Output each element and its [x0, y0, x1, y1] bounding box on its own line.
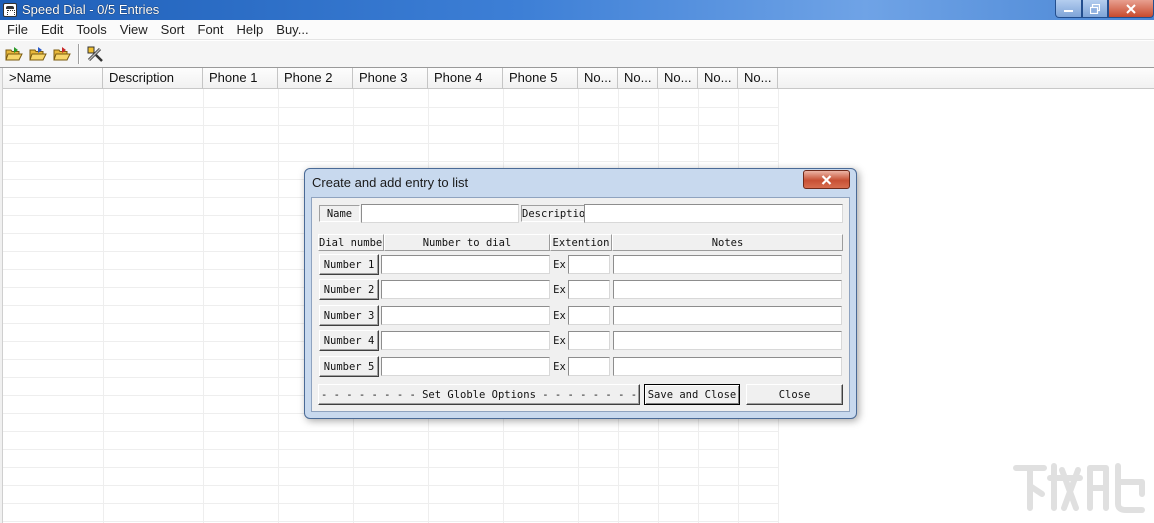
number-1-button[interactable]: Number 1	[319, 254, 379, 275]
ex-2-label: Ex	[553, 283, 566, 296]
column-notes-1[interactable]: No...	[578, 68, 618, 89]
toolbar-open-button[interactable]	[27, 43, 49, 65]
list-grid-row-line	[3, 485, 779, 486]
notes-2-input[interactable]	[613, 280, 842, 299]
list-grid-row-line	[3, 161, 779, 162]
create-entry-dialog: Create and add entry to list Name Descri…	[304, 168, 857, 419]
ex-3-label: Ex	[553, 309, 566, 322]
tools-wrench-icon	[87, 46, 103, 62]
toolbar-save-button[interactable]	[51, 43, 73, 65]
description-input[interactable]	[584, 204, 843, 223]
open-folder-red-icon	[53, 47, 71, 61]
list-grid-column-line	[278, 89, 279, 523]
number-3-input[interactable]	[381, 306, 550, 325]
menu-view[interactable]: View	[113, 22, 154, 37]
menu-tools[interactable]: Tools	[69, 22, 112, 37]
close-button[interactable]: Close	[746, 384, 843, 405]
number-5-button[interactable]: Number 5	[319, 356, 379, 377]
column-notes-3[interactable]: No...	[658, 68, 698, 89]
extension-3-input[interactable]	[568, 306, 610, 325]
list-grid-row-line	[3, 449, 779, 450]
extension-4-input[interactable]	[568, 331, 610, 350]
list-grid-row-line	[3, 431, 779, 432]
column-notes-4[interactable]: No...	[698, 68, 738, 89]
menu-help[interactable]: Help	[230, 22, 270, 37]
list-grid-row-line	[3, 521, 779, 522]
column-phone-5[interactable]: Phone 5	[503, 68, 578, 89]
menu-edit[interactable]: Edit	[34, 22, 69, 37]
number-2-button[interactable]: Number 2	[319, 279, 379, 300]
watermark-logo	[1013, 463, 1145, 513]
close-icon	[1126, 3, 1136, 14]
save-and-close-button[interactable]: Save and Close	[644, 384, 740, 405]
list-grid-column-line	[203, 89, 204, 523]
extension-2-input[interactable]	[568, 280, 610, 299]
minimize-icon	[1064, 10, 1073, 12]
extension-1-input[interactable]	[568, 255, 610, 274]
maximize-button[interactable]	[1082, 0, 1108, 18]
list-grid-column-line	[103, 89, 104, 523]
header-extention: Extention	[550, 234, 612, 251]
ex-4-label: Ex	[553, 334, 566, 347]
list-header: >Name Description Phone 1 Phone 2 Phone …	[3, 68, 1154, 89]
menu-bar: File Edit Tools View Sort Font Help Buy.…	[0, 20, 1154, 40]
menu-sort[interactable]: Sort	[154, 22, 191, 37]
menu-font[interactable]: Font	[191, 22, 230, 37]
window-controls	[1055, 0, 1154, 20]
set-global-options-button[interactable]: - - - - - - - - - Set Globle Options - -…	[318, 384, 640, 405]
open-folder-green-icon	[5, 47, 23, 61]
column-description[interactable]: Description	[103, 68, 203, 89]
close-icon	[821, 174, 832, 185]
number-2-input[interactable]	[381, 280, 550, 299]
dialog-close-button[interactable]	[803, 170, 850, 189]
open-folder-blue-icon	[29, 47, 47, 61]
number-3-button[interactable]: Number 3	[319, 305, 379, 326]
dialog-client-area: Name Description Dial number Number to d…	[311, 197, 850, 412]
column-phone-3[interactable]: Phone 3	[353, 68, 428, 89]
minimize-button[interactable]	[1055, 0, 1082, 18]
list-grid-row-line	[3, 467, 779, 468]
window-titlebar[interactable]: Speed Dial - 0/5 Entries	[0, 0, 1154, 20]
list-grid-row-line	[3, 125, 779, 126]
description-label: Description	[521, 205, 585, 222]
toolbar	[0, 41, 1154, 68]
menu-buy[interactable]: Buy...	[269, 22, 314, 37]
toolbar-separator	[78, 44, 80, 64]
list-grid-row-line	[3, 143, 779, 144]
list-grid-row-line	[3, 107, 779, 108]
menu-file[interactable]: File	[0, 22, 34, 37]
column-notes-5[interactable]: No...	[738, 68, 778, 89]
extension-5-input[interactable]	[568, 357, 610, 376]
column-notes-2[interactable]: No...	[618, 68, 658, 89]
column-phone-1[interactable]: Phone 1	[203, 68, 278, 89]
name-label: Name	[319, 205, 360, 222]
toolbar-tools-button[interactable]	[84, 43, 106, 65]
column-phone-2[interactable]: Phone 2	[278, 68, 353, 89]
window-close-button[interactable]	[1108, 0, 1154, 18]
window-title: Speed Dial - 0/5 Entries	[22, 2, 160, 17]
header-number-to-dial: Number to dial	[384, 234, 550, 251]
notes-3-input[interactable]	[613, 306, 842, 325]
notes-4-input[interactable]	[613, 331, 842, 350]
ex-5-label: Ex	[553, 360, 566, 373]
list-grid-row-line	[3, 503, 779, 504]
name-input[interactable]	[361, 204, 519, 223]
restore-icon	[1090, 3, 1100, 14]
column-name[interactable]: >Name	[3, 68, 103, 89]
number-5-input[interactable]	[381, 357, 550, 376]
dialog-title: Create and add entry to list	[312, 175, 469, 190]
header-notes: Notes	[612, 234, 843, 251]
toolbar-new-button[interactable]	[3, 43, 25, 65]
column-phone-4[interactable]: Phone 4	[428, 68, 503, 89]
number-1-input[interactable]	[381, 255, 550, 274]
header-dial-number: Dial number	[318, 234, 384, 251]
number-4-button[interactable]: Number 4	[319, 330, 379, 351]
telephone-app-icon	[3, 3, 17, 17]
notes-1-input[interactable]	[613, 255, 842, 274]
number-4-input[interactable]	[381, 331, 550, 350]
notes-5-input[interactable]	[613, 357, 842, 376]
ex-1-label: Ex	[553, 258, 566, 271]
